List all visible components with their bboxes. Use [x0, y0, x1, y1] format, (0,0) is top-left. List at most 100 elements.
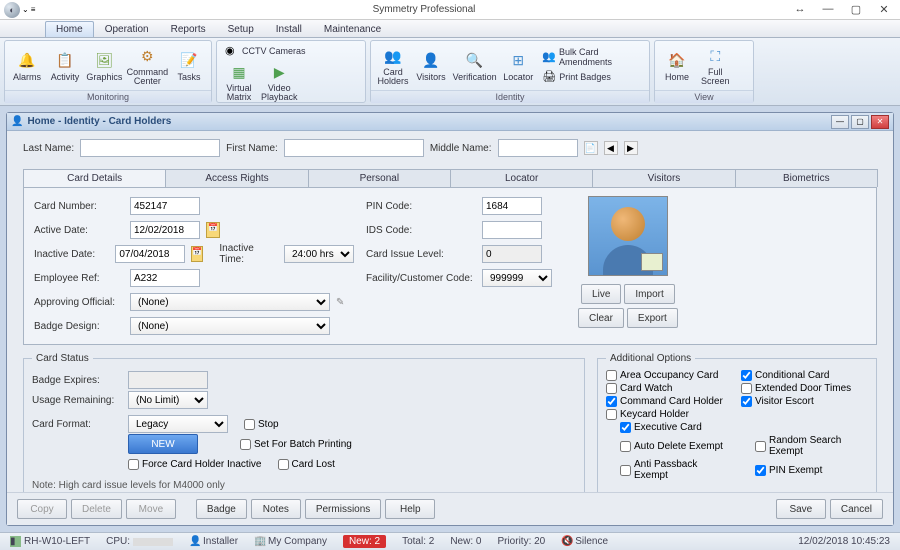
- addl-opt-2[interactable]: [606, 383, 617, 394]
- usage-select[interactable]: (No Limit): [128, 391, 208, 409]
- ids-input[interactable]: [482, 221, 542, 239]
- inactive-time-select[interactable]: 24:00 hrs: [284, 245, 354, 263]
- import-button[interactable]: Import: [624, 284, 674, 304]
- locator-button[interactable]: ⊞Locator: [500, 48, 536, 84]
- tab-biometrics[interactable]: Biometrics: [735, 169, 878, 187]
- tab-access-rights[interactable]: Access Rights: [165, 169, 308, 187]
- quickaccess-dropdown[interactable]: ⌄: [22, 5, 29, 14]
- titlebar: ◐ ⌄ ≡ Symmetry Professional ↔ — ▢ ✕: [0, 0, 900, 20]
- cancel-button[interactable]: Cancel: [830, 499, 883, 519]
- home-view-button[interactable]: 🏠Home: [659, 48, 695, 84]
- card-format-select[interactable]: Legacy: [128, 415, 228, 433]
- tab-card-details[interactable]: Card Details: [23, 169, 166, 187]
- approving-select[interactable]: (None): [130, 293, 330, 311]
- tab-visitors[interactable]: Visitors: [592, 169, 735, 187]
- alarms-button[interactable]: 🔔Alarms: [9, 48, 45, 84]
- fullscreen-button[interactable]: ⛶Full Screen: [697, 43, 734, 88]
- win-close[interactable]: ✕: [871, 115, 889, 129]
- force-inactive-checkbox[interactable]: [128, 459, 139, 470]
- badge-button[interactable]: Badge: [196, 499, 247, 519]
- copy-button[interactable]: Copy: [17, 499, 67, 519]
- close-button[interactable]: ✕: [872, 3, 896, 16]
- card-number-input[interactable]: [130, 197, 200, 215]
- inactive-date-picker-icon[interactable]: 📅: [191, 246, 203, 262]
- tab-reports[interactable]: Reports: [160, 21, 217, 37]
- clear-button[interactable]: Clear: [578, 308, 624, 328]
- activity-button[interactable]: 📋Activity: [47, 48, 83, 84]
- addl-opt-12[interactable]: [620, 465, 631, 476]
- pin-label: PIN Code:: [366, 201, 476, 212]
- cardholders-icon: 👥: [382, 45, 404, 67]
- addl-opt-6[interactable]: [606, 409, 617, 420]
- new-alarm-badge[interactable]: New: 2: [343, 535, 386, 548]
- first-name-input[interactable]: [284, 139, 424, 157]
- graphics-button[interactable]: 🖼Graphics: [85, 48, 124, 84]
- tasks-button[interactable]: 📝Tasks: [171, 48, 207, 84]
- inactive-date-input[interactable]: [115, 245, 185, 263]
- group-view-label: View: [655, 90, 753, 103]
- cctv-button[interactable]: ◉CCTV Cameras: [221, 43, 310, 59]
- pin-input[interactable]: [482, 197, 542, 215]
- prev-record-icon[interactable]: ◀: [604, 141, 618, 155]
- win-minimize[interactable]: —: [831, 115, 849, 129]
- active-date-picker-icon[interactable]: 📅: [206, 222, 220, 238]
- new-card-button[interactable]: NEW: [128, 434, 198, 454]
- export-button[interactable]: Export: [627, 308, 678, 328]
- group-monitoring-label: Monitoring: [5, 90, 211, 103]
- facility-select[interactable]: 999999: [482, 269, 552, 287]
- tab-maintenance[interactable]: Maintenance: [313, 21, 392, 37]
- print-badges-button[interactable]: 🖨Print Badges: [538, 69, 645, 85]
- addl-opt-1[interactable]: [741, 370, 752, 381]
- win-maximize[interactable]: ▢: [851, 115, 869, 129]
- badge-design-select[interactable]: (None): [130, 317, 330, 335]
- tab-operation[interactable]: Operation: [94, 21, 160, 37]
- help-button[interactable]: Help: [385, 499, 435, 519]
- virtual-matrix-button[interactable]: ▦Virtual Matrix: [221, 59, 257, 104]
- middle-name-input[interactable]: [498, 139, 578, 157]
- verification-button[interactable]: 🔍Verification: [451, 48, 498, 84]
- batch-checkbox[interactable]: [240, 439, 251, 450]
- graphics-icon: 🖼: [93, 50, 115, 72]
- addl-opt-13[interactable]: [755, 465, 766, 476]
- new-record-icon[interactable]: 📄: [584, 141, 598, 155]
- addl-opt-10[interactable]: [620, 441, 631, 452]
- video-playback-button[interactable]: ▶Video Playback: [257, 59, 302, 104]
- resize-icon[interactable]: ↔: [788, 3, 812, 16]
- delete-button[interactable]: Delete: [71, 499, 122, 519]
- move-button[interactable]: Move: [126, 499, 176, 519]
- notes-button[interactable]: Notes: [251, 499, 301, 519]
- footer-buttons: Copy Delete Move Badge Notes Permissions…: [7, 492, 893, 525]
- installer-label: Installer: [203, 536, 238, 547]
- live-button[interactable]: Live: [581, 284, 621, 304]
- save-button[interactable]: Save: [776, 499, 826, 519]
- next-record-icon[interactable]: ▶: [624, 141, 638, 155]
- minimize-button[interactable]: —: [816, 3, 840, 16]
- maximize-button[interactable]: ▢: [844, 3, 868, 16]
- card-holders-button[interactable]: 👥Card Holders: [375, 43, 411, 88]
- permissions-button[interactable]: Permissions: [305, 499, 381, 519]
- bulk-amend-button[interactable]: 👥Bulk Card Amendments: [538, 46, 645, 68]
- addl-opt-5[interactable]: [741, 396, 752, 407]
- silence-label[interactable]: Silence: [575, 536, 608, 547]
- card-lost-checkbox[interactable]: [278, 459, 289, 470]
- addl-opt-0[interactable]: [606, 370, 617, 381]
- clear-approving-icon[interactable]: ✎: [336, 297, 344, 308]
- active-date-input[interactable]: [130, 221, 200, 239]
- last-name-input[interactable]: [80, 139, 220, 157]
- addl-legend: Additional Options: [606, 353, 695, 364]
- tab-install[interactable]: Install: [265, 21, 313, 37]
- cardholder-photo[interactable]: [588, 196, 668, 276]
- command-center-button[interactable]: ⚙Command Center: [126, 43, 169, 88]
- employee-ref-input[interactable]: [130, 269, 200, 287]
- tab-personal[interactable]: Personal: [308, 169, 451, 187]
- tab-setup[interactable]: Setup: [217, 21, 265, 37]
- visitors-button[interactable]: 👤Visitors: [413, 48, 449, 84]
- tab-home[interactable]: Home: [45, 21, 94, 37]
- ribbon: 🔔Alarms 📋Activity 🖼Graphics ⚙Command Cen…: [0, 38, 900, 106]
- addl-opt-4[interactable]: [606, 396, 617, 407]
- addl-opt-8[interactable]: [620, 422, 631, 433]
- stop-checkbox[interactable]: [244, 419, 255, 430]
- tab-locator[interactable]: Locator: [450, 169, 593, 187]
- addl-opt-3[interactable]: [741, 383, 752, 394]
- addl-opt-11[interactable]: [755, 441, 766, 452]
